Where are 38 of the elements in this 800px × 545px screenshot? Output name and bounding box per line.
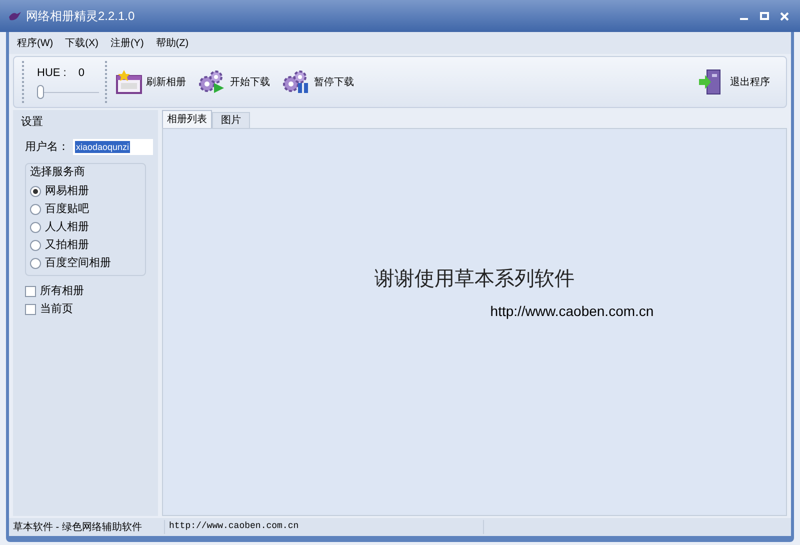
radio-option[interactable]: 网易相册 — [26, 184, 145, 198]
website-url: http://www.caoben.com.cn — [490, 302, 654, 321]
slider-thumb[interactable] — [37, 85, 44, 100]
tab[interactable]: 图片 — [212, 112, 250, 128]
hue-slider[interactable] — [37, 85, 99, 100]
toolbar-button[interactable]: 刷新相册 — [116, 70, 186, 94]
radio-option[interactable]: 百度贴吧 — [26, 202, 145, 216]
gears-play-icon — [198, 70, 226, 94]
username-field[interactable]: xiaodaoqunzi — [73, 138, 153, 155]
menu-item[interactable]: 注册(Y) — [110, 36, 144, 50]
hue-value: 0 — [78, 66, 84, 81]
minimize-icon — [740, 18, 748, 20]
status-url: http://www.caoben.com.cn — [164, 520, 484, 534]
status-text: 草本软件 - 绿色网络辅助软件 — [12, 520, 143, 534]
panel-title: 设置 — [20, 115, 44, 130]
window-title: 网络相册精灵2.2.1.0 — [26, 8, 135, 25]
checkbox-option[interactable]: 所有相册 — [25, 284, 146, 298]
checkbox-option[interactable]: 当前页 — [25, 302, 146, 316]
thanks-message: 谢谢使用草本系列软件 — [374, 264, 574, 292]
hue-label: HUE : — [37, 66, 66, 81]
toolbar-button[interactable]: 开始下载 — [198, 70, 270, 94]
close-icon — [780, 12, 788, 20]
bird-icon — [8, 9, 22, 23]
gears-pause-icon — [282, 70, 310, 94]
maximize-icon — [760, 12, 768, 20]
radio-option[interactable]: 人人相册 — [26, 220, 145, 234]
radio-option[interactable]: 又拍相册 — [26, 238, 145, 252]
menu-item[interactable]: 程序(W) — [17, 36, 54, 50]
username-label: 用户名： — [25, 140, 69, 154]
menu-item[interactable]: 下载(X) — [65, 36, 98, 50]
toolbar-button[interactable]: 暂停下载 — [282, 70, 354, 94]
menu-item[interactable]: 帮助(Z) — [156, 36, 189, 50]
exit-button[interactable]: 退出程序 — [698, 69, 770, 95]
window-icon — [116, 70, 142, 94]
exit-door-icon — [698, 69, 722, 95]
radio-option[interactable]: 百度空间相册 — [26, 256, 145, 270]
group-title: 选择服务商 — [29, 164, 86, 180]
tab[interactable]: 相册列表 — [162, 110, 212, 128]
